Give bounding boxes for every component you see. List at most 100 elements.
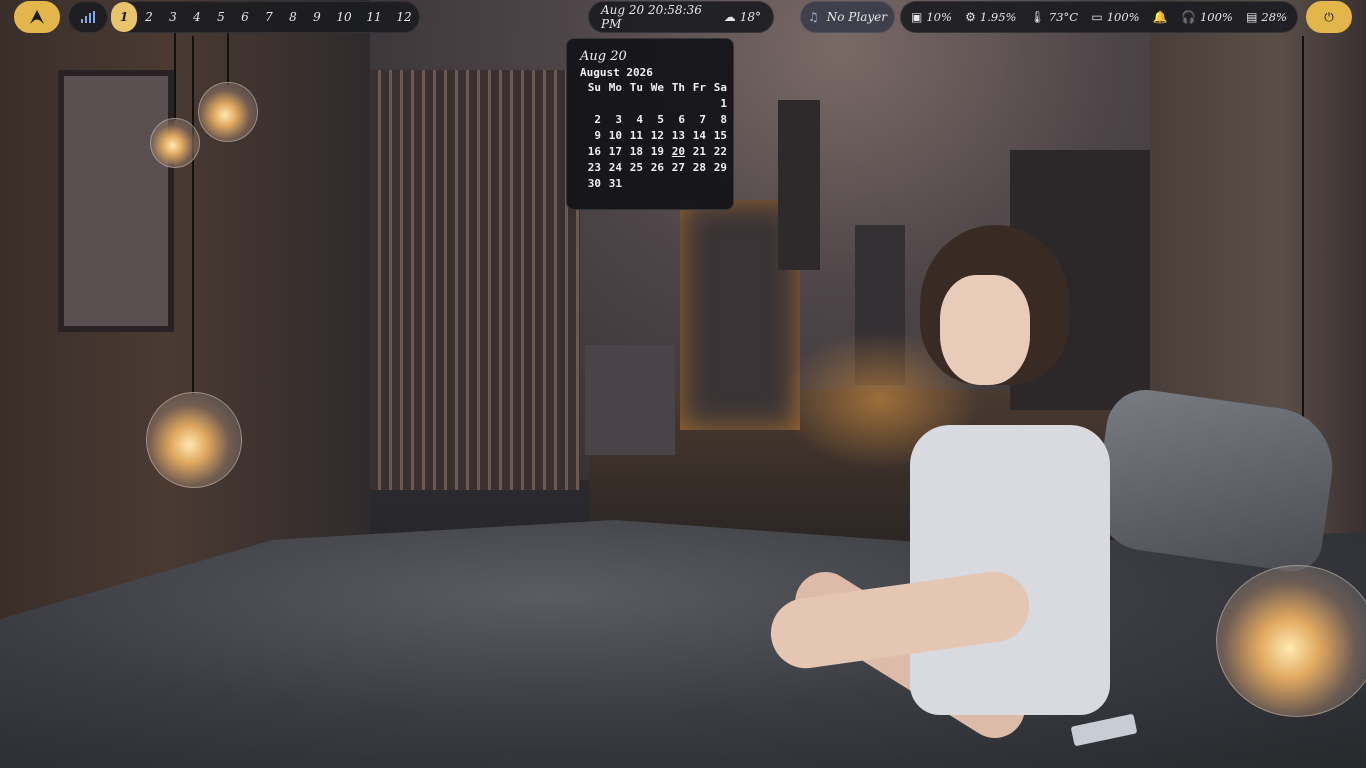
calendar-day[interactable]: 9 [580,129,601,143]
calendar-day[interactable]: 29 [706,161,727,175]
clock-datetime: Aug 20 20:58:36 PM [601,3,702,31]
workspace-6[interactable]: 6 [233,2,257,32]
memory-chip-icon: ⚙ [965,10,976,24]
memory-value: 1.95% [979,10,1017,24]
disk-stat[interactable]: ▤ 28% [1246,10,1287,24]
calendar-day[interactable]: 3 [601,113,622,127]
calendar-day[interactable]: 24 [601,161,622,175]
calendar-popup: Aug 20 August 2026 Su Mo Tu We Th Fr Sa 1 2 3 4 5 6 7… [566,38,734,210]
cloud-icon: ☁ [723,10,736,24]
workspace-4[interactable]: 4 [185,2,209,32]
thermometer-icon: 🌡 [1029,10,1045,24]
calendar-day[interactable]: 28 [685,161,706,175]
calendar-day[interactable]: 17 [601,145,622,159]
music-note-icon: ♫ [808,10,819,24]
workspace-3[interactable]: 3 [161,2,185,32]
calendar-day[interactable]: 2 [580,113,601,127]
light-bulb [1216,565,1366,717]
light-bulb [198,82,258,142]
calendar-day[interactable]: 16 [580,145,601,159]
notifications-button[interactable]: 🔔 [1153,10,1168,24]
calendar-empty-cell [622,97,643,111]
calendar-day[interactable]: 19 [643,145,664,159]
calendar-month-title: August 2026 [580,66,653,79]
cpu-chip-icon: ▣ [911,10,923,24]
calendar-day[interactable]: 25 [622,161,643,175]
calendar-grid: Su Mo Tu We Th Fr Sa 1 2 3 4 5 6 7 8 9 10 11 12 13 14 15 16 17 1… [580,81,727,191]
workspace-1[interactable]: 1 [111,2,137,32]
headphones-icon: 🎧 [1181,10,1196,24]
calendar-day[interactable]: 10 [601,129,622,143]
weather: ☁ 18° [724,10,761,24]
weather-temperature: 18° [739,10,761,24]
calendar-day[interactable]: 27 [664,161,685,175]
calendar-day[interactable]: 12 [643,129,664,143]
anime-girl-figure [766,225,1130,765]
workspace-12[interactable]: 12 [389,2,419,32]
system-stats: ▣ 10% ⚙ 1.95% 🌡 73°C ▭ 100% 🔔 🎧 100% ▤ 2… [900,1,1298,33]
lamp-wire [227,30,229,85]
calendar-empty-cell [622,177,643,191]
calendar-day[interactable]: 23 [580,161,601,175]
temperature-stat[interactable]: 🌡 73°C [1030,10,1078,24]
calendar-day[interactable]: 11 [622,129,643,143]
calendar-empty-cell [685,97,706,111]
volume-value: 100% [1199,10,1233,24]
calendar-day[interactable]: 4 [622,113,643,127]
battery-value: 100% [1106,10,1140,24]
figure-shirt [910,425,1110,715]
disk-icon: ▤ [1246,10,1258,24]
calendar-day[interactable]: 14 [685,129,706,143]
calendar-weekday: We [650,81,664,94]
calendar-header-date: Aug 20 [580,49,627,64]
calendar-empty-cell [643,97,664,111]
signal-bars-icon [81,11,95,23]
wall-picture-frame [58,70,174,332]
calendar-empty-cell [643,177,664,191]
top-bar: 1 2 3 4 5 6 7 8 9 10 11 12 Aug 20 20:58:… [0,0,1366,36]
calendar-day[interactable]: 21 [685,145,706,159]
network-button[interactable] [68,1,108,33]
calendar-day[interactable]: 8 [706,113,727,127]
workspace-5[interactable]: 5 [209,2,233,32]
clock-widget[interactable]: Aug 20 20:58:36 PM ☁ 18° [588,1,774,33]
calendar-day[interactable]: 26 [643,161,664,175]
calendar-day[interactable]: 1 [706,97,727,111]
battery-icon: ▭ [1091,10,1103,24]
workspace-11[interactable]: 11 [359,2,389,32]
calendar-day[interactable]: 5 [643,113,664,127]
workspace-10[interactable]: 10 [329,2,359,32]
calendar-day[interactable]: 13 [664,129,685,143]
calendar-day[interactable]: 6 [664,113,685,127]
calendar-day[interactable]: 20 [664,145,685,159]
cpu-value: 10% [926,10,952,24]
workspace-7[interactable]: 7 [257,2,281,32]
calendar-weekday: Tu [629,81,643,94]
workspace-2[interactable]: 2 [137,2,161,32]
cpu-stat[interactable]: ▣ 10% [911,10,952,24]
calendar-day[interactable]: 31 [601,177,622,191]
launcher-button[interactable] [14,1,60,33]
calendar-weekday: Sa [713,81,727,94]
workspace-9[interactable]: 9 [305,2,329,32]
media-player-widget[interactable]: ♫ No Player [800,1,895,33]
calendar-day[interactable]: 30 [580,177,601,191]
building-tall [370,70,580,490]
bell-icon: 🔔 [1152,10,1168,24]
calendar-day[interactable]: 22 [706,145,727,159]
calendar-day[interactable]: 7 [685,113,706,127]
media-label: No Player [826,10,887,24]
workspace-8[interactable]: 8 [281,2,305,32]
memory-stat[interactable]: ⚙ 1.95% [965,10,1016,24]
calendar-day[interactable]: 18 [622,145,643,159]
calendar-day[interactable]: 15 [706,129,727,143]
calendar-weekday: Mo [608,81,622,94]
calendar-weekday: Th [671,81,685,94]
figure-face [940,275,1030,385]
power-button[interactable]: ⏻ [1306,1,1352,33]
battery-stat[interactable]: ▭ 100% [1091,10,1139,24]
power-icon: ⏻ [1324,9,1334,24]
volume-stat[interactable]: 🎧 100% [1181,10,1233,24]
calendar-empty-cell [664,97,685,111]
calendar-weekday: Su [587,81,601,94]
